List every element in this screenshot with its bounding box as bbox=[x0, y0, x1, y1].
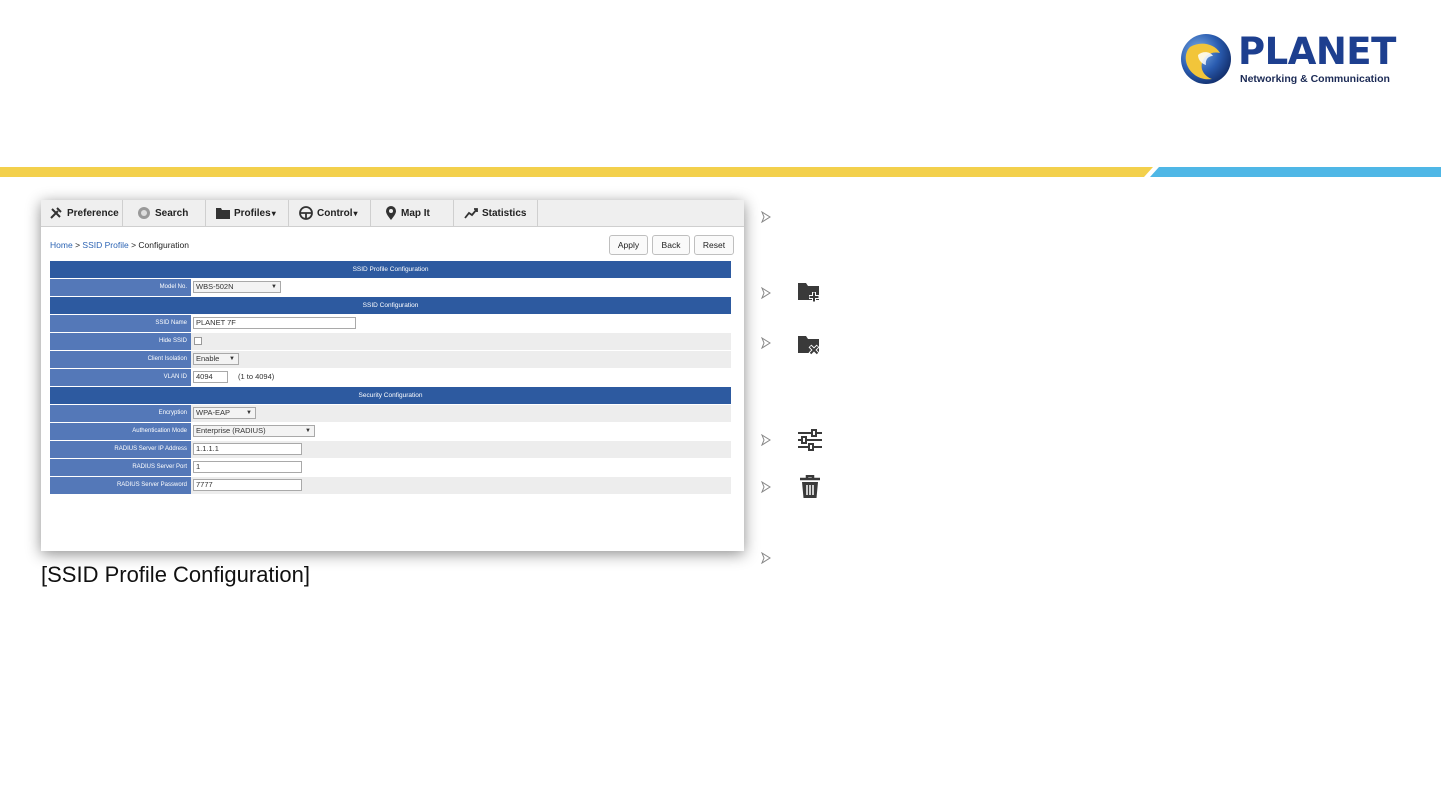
encryption-label: Encryption bbox=[50, 405, 191, 422]
breadcrumb-separator: > bbox=[131, 240, 137, 250]
radius-password-input[interactable]: 7777 bbox=[193, 479, 302, 491]
section-header-ssid-profile: SSID Profile Configuration bbox=[50, 260, 731, 278]
radius-port-input[interactable]: 1 bbox=[193, 461, 302, 473]
table-row: RADIUS Server IP Address 1.1.1.1 bbox=[50, 440, 731, 458]
reset-button[interactable]: Reset bbox=[694, 235, 734, 255]
vlan-id-hint: (1 to 4094) bbox=[238, 372, 275, 381]
table-row: Client Isolation Enable ▼ bbox=[50, 350, 731, 368]
encryption-select[interactable]: WPA-EAP ▼ bbox=[193, 407, 256, 419]
model-select[interactable]: WBS-502N ▼ bbox=[193, 281, 281, 293]
sliders-icon bbox=[798, 429, 822, 451]
apply-button[interactable]: Apply bbox=[609, 235, 648, 255]
select-arrow-icon: ▼ bbox=[271, 284, 277, 290]
map-pin-icon bbox=[386, 206, 396, 220]
search-icon bbox=[138, 207, 150, 219]
planet-logo: PLANET Networking & Communication bbox=[1180, 33, 1396, 89]
table-row: Model No. WBS-502N ▼ bbox=[50, 278, 731, 296]
nav-preference[interactable]: Preference bbox=[41, 200, 123, 226]
auth-mode-select[interactable]: Enterprise (RADIUS) ▼ bbox=[193, 425, 315, 437]
table-row: Encryption WPA-EAP ▼ bbox=[50, 404, 731, 422]
table-row: Hide SSID bbox=[50, 332, 731, 350]
nav-search[interactable]: Search bbox=[123, 200, 206, 226]
breadcrumb-home[interactable]: Home bbox=[50, 240, 73, 250]
radius-password-label: RADIUS Server Password bbox=[50, 477, 191, 494]
table-row: Authentication Mode Enterprise (RADIUS) … bbox=[50, 422, 731, 440]
breadcrumb-ssid-profile[interactable]: SSID Profile bbox=[82, 240, 128, 250]
top-nav: Preference Search Profiles ▾ Control ▾ M… bbox=[41, 200, 744, 227]
model-select-value: WBS-502N bbox=[196, 282, 234, 291]
ssid-profile-screenshot: Preference Search Profiles ▾ Control ▾ M… bbox=[41, 200, 744, 551]
vlan-id-label: VLAN ID bbox=[50, 369, 191, 386]
table-row: SSID Name PLANET 7F bbox=[50, 314, 731, 332]
nav-statistics[interactable]: Statistics bbox=[454, 200, 538, 226]
header-stripe-blue bbox=[1150, 167, 1441, 177]
trash-icon bbox=[800, 475, 820, 498]
chevron-down-icon: ▾ bbox=[271, 208, 276, 218]
nav-map-it[interactable]: Map It bbox=[371, 200, 454, 226]
bullet-arrow-icon bbox=[761, 337, 771, 349]
table-row: VLAN ID 4094 (1 to 4094) bbox=[50, 368, 731, 386]
vlan-id-input[interactable]: 4094 bbox=[193, 371, 228, 383]
brand-tagline: Networking & Communication bbox=[1240, 73, 1390, 85]
nav-control-label: Control bbox=[317, 207, 353, 219]
bullet-arrow-icon bbox=[761, 481, 771, 493]
client-isolation-value: Enable bbox=[196, 354, 220, 363]
radius-ip-label: RADIUS Server IP Address bbox=[50, 441, 191, 458]
chevron-down-icon: ▾ bbox=[353, 208, 358, 218]
table-row: RADIUS Server Password 7777 bbox=[50, 476, 731, 494]
model-label: Model No. bbox=[50, 279, 191, 296]
hide-ssid-label: Hide SSID bbox=[50, 333, 191, 350]
select-arrow-icon: ▼ bbox=[229, 356, 235, 362]
figure-caption: [SSID Profile Configuration] bbox=[41, 562, 311, 587]
breadcrumb-separator: > bbox=[75, 240, 81, 250]
tools-icon bbox=[50, 207, 62, 219]
folder-remove-icon bbox=[798, 336, 820, 356]
breadcrumb: Home > SSID Profile > Configuration bbox=[50, 240, 189, 250]
header-stripe-yellow bbox=[0, 167, 1153, 177]
bullet-arrow-icon bbox=[761, 211, 771, 223]
nav-preference-label: Preference bbox=[67, 207, 119, 219]
bullet-arrow-icon bbox=[761, 287, 771, 299]
nav-statistics-label: Statistics bbox=[482, 207, 527, 219]
table-row: RADIUS Server Port 1 bbox=[50, 458, 731, 476]
folder-icon bbox=[216, 208, 230, 219]
brand-name: PLANET bbox=[1238, 30, 1396, 73]
radius-ip-input[interactable]: 1.1.1.1 bbox=[193, 443, 302, 455]
nav-control[interactable]: Control ▾ bbox=[289, 200, 371, 226]
folder-add-icon bbox=[798, 283, 819, 302]
nav-profiles[interactable]: Profiles ▾ bbox=[206, 200, 289, 226]
bullet-arrow-icon bbox=[761, 434, 771, 446]
chart-icon bbox=[464, 208, 478, 219]
select-arrow-icon: ▼ bbox=[246, 410, 252, 416]
steering-icon bbox=[299, 206, 313, 220]
nav-map-it-label: Map It bbox=[401, 207, 430, 219]
ssid-name-input[interactable]: PLANET 7F bbox=[193, 317, 356, 329]
client-isolation-label: Client Isolation bbox=[50, 351, 191, 368]
config-table: SSID Profile Configuration Model No. WBS… bbox=[50, 260, 731, 494]
client-isolation-select[interactable]: Enable ▼ bbox=[193, 353, 239, 365]
section-header-security: Security Configuration bbox=[50, 386, 731, 404]
section-header-ssid: SSID Configuration bbox=[50, 296, 731, 314]
ssid-name-label: SSID Name bbox=[50, 315, 191, 332]
hide-ssid-checkbox[interactable] bbox=[194, 337, 202, 345]
nav-profiles-label: Profiles bbox=[234, 207, 271, 219]
radius-port-label: RADIUS Server Port bbox=[50, 459, 191, 476]
auth-mode-label: Authentication Mode bbox=[50, 423, 191, 440]
encryption-value: WPA-EAP bbox=[196, 408, 231, 417]
nav-search-label: Search bbox=[155, 207, 189, 219]
bullet-arrow-icon bbox=[761, 552, 771, 564]
globe-logo-icon bbox=[1181, 34, 1231, 84]
auth-mode-value: Enterprise (RADIUS) bbox=[196, 426, 266, 435]
breadcrumb-current: Configuration bbox=[138, 240, 189, 250]
select-arrow-icon: ▼ bbox=[305, 428, 311, 434]
back-button[interactable]: Back bbox=[652, 235, 690, 255]
